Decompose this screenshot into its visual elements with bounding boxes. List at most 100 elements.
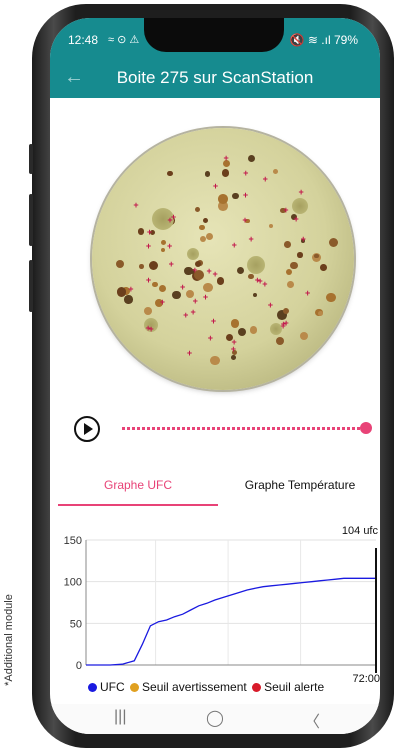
- colony-dot: [124, 295, 133, 304]
- colony-dot: [285, 268, 293, 275]
- colony-dot: [268, 224, 273, 229]
- colony-dot: [272, 169, 278, 174]
- colony-dot: [287, 280, 295, 288]
- colony-dot: [276, 336, 285, 345]
- colony-dot: [210, 356, 220, 366]
- x-end-label: 72:00: [352, 673, 380, 685]
- page-title: Boite 275 sur ScanStation: [116, 68, 314, 87]
- system-nav-bar: ||| ◯ 〈: [50, 704, 380, 734]
- detection-marker: +: [231, 336, 237, 347]
- colony-dot: [204, 171, 211, 177]
- colony-dot: [161, 248, 166, 253]
- detection-marker: +: [283, 205, 289, 216]
- play-button[interactable]: [74, 416, 100, 442]
- detection-marker: +: [192, 265, 198, 276]
- colony-dot: [167, 170, 173, 177]
- large-colony: [292, 198, 308, 214]
- timeline-slider[interactable]: [122, 427, 366, 430]
- detection-marker: +: [293, 214, 299, 225]
- home-icon[interactable]: ◯: [206, 708, 224, 728]
- colony-dot: [237, 266, 245, 275]
- colony-dot: [137, 228, 145, 235]
- colony-dot: [161, 240, 167, 246]
- phone-volume-up: [29, 194, 33, 246]
- large-colony: [187, 248, 199, 260]
- phone-volume-down: [29, 260, 33, 312]
- colony-dot: [172, 290, 182, 300]
- timeline-slider-handle[interactable]: [360, 422, 372, 434]
- colony-dot: [203, 283, 213, 293]
- tab-graphe-ufc[interactable]: Graphe UFC: [58, 466, 218, 506]
- legend-ufc: UFC: [100, 680, 125, 694]
- detection-marker: +: [167, 241, 173, 252]
- petri-dish-image: + + + + + + + + + + + + + + + + + + + + + + + + + + + + + + + + + + + + + + + +…: [92, 128, 354, 390]
- tab-graphe-temperature[interactable]: Graphe Température: [220, 466, 380, 504]
- colony-dot: [250, 326, 258, 334]
- detection-marker: +: [262, 278, 268, 289]
- colony-dot: [328, 237, 338, 247]
- additional-module-caption: *Additional module: [3, 594, 15, 686]
- colony-dot: [247, 154, 256, 163]
- colony-dot: [195, 206, 201, 212]
- detection-marker: +: [210, 315, 217, 326]
- camera-notch: [144, 18, 284, 52]
- last-value-label: 104 ufc: [342, 525, 379, 537]
- detection-marker: +: [243, 168, 249, 179]
- colony-dot: [199, 235, 206, 243]
- colony-dot: [148, 260, 158, 270]
- detection-marker: +: [298, 187, 304, 198]
- detection-marker: +: [280, 319, 287, 330]
- detection-marker: +: [179, 281, 186, 292]
- y-tick-label: 150: [64, 535, 82, 547]
- detection-marker: +: [128, 284, 134, 295]
- app-screen: 12:48 ≈ ⊙ ⚠ 🔇 ≋ .ıl 79% ← Boite 275 sur …: [50, 18, 380, 734]
- colony-dot: [320, 264, 327, 271]
- colony-dot: [290, 261, 298, 270]
- play-icon: [84, 423, 93, 435]
- legend-seuil-avertissement: Seuil avertissement: [142, 680, 247, 694]
- app-bar: ← Boite 275 sur ScanStation: [50, 58, 380, 98]
- colony-dot: [326, 292, 337, 303]
- detection-marker: +: [231, 239, 237, 250]
- detection-marker: +: [159, 297, 166, 308]
- colony-dot: [199, 225, 205, 231]
- colony-dot: [139, 264, 144, 269]
- detection-marker: +: [183, 310, 189, 321]
- back-nav-icon[interactable]: 〈: [304, 708, 320, 732]
- colony-dot: [159, 284, 167, 292]
- recent-apps-icon[interactable]: |||: [114, 708, 126, 726]
- detection-marker: +: [148, 324, 154, 335]
- legend-seuil-alerte: Seuil alerte: [264, 680, 325, 694]
- colony-dot: [231, 355, 236, 360]
- detection-marker: +: [133, 199, 139, 210]
- colony-dot: [116, 259, 125, 268]
- detection-marker: +: [212, 269, 218, 280]
- y-tick-label: 0: [76, 660, 82, 672]
- detection-marker: +: [206, 265, 212, 276]
- detection-marker: +: [145, 240, 152, 251]
- detection-marker: +: [202, 291, 209, 302]
- detection-marker: +: [248, 234, 254, 245]
- colony-dot: [221, 169, 229, 177]
- detection-marker: +: [168, 259, 174, 270]
- status-icons-left: ≈ ⊙ ⚠: [108, 34, 140, 46]
- detection-marker: +: [170, 212, 177, 223]
- detection-marker: +: [267, 300, 273, 311]
- colony-dot: [284, 241, 291, 248]
- ufc-legend-dot: [88, 683, 97, 692]
- detection-marker: +: [212, 180, 219, 191]
- colony-dot: [218, 194, 229, 204]
- colony-dot: [238, 327, 247, 336]
- alert-legend-dot: [252, 683, 262, 692]
- large-colony: [247, 256, 265, 274]
- detection-marker: +: [300, 234, 306, 245]
- colony-dot: [205, 233, 213, 241]
- colony-dot: [248, 273, 254, 279]
- detection-marker: +: [223, 153, 229, 164]
- detection-marker: +: [192, 295, 198, 306]
- detection-marker: +: [186, 348, 193, 359]
- chart-legend: UFC Seuil avertissement Seuil alerte: [86, 680, 324, 694]
- colony-dot: [252, 293, 257, 298]
- ufc-chart: 150 100 50 0 104 ufc 72:00: [64, 525, 380, 685]
- colony-dot: [313, 253, 319, 259]
